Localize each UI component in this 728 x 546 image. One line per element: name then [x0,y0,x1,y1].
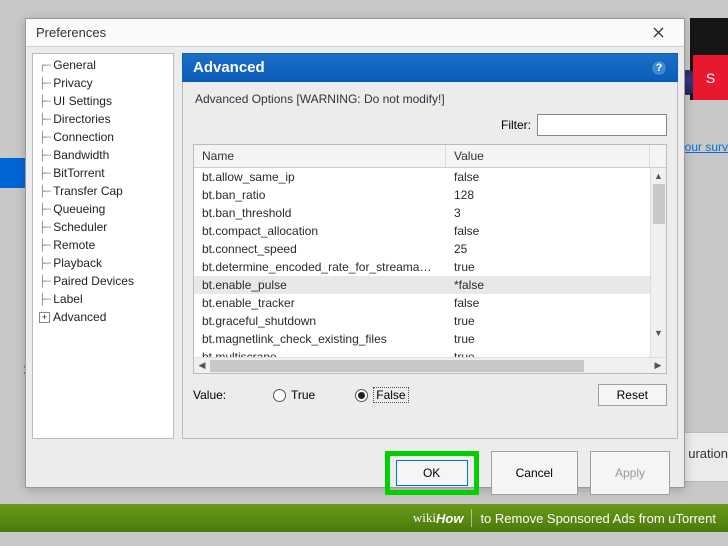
table-row[interactable]: bt.compact_allocationfalse [194,222,666,240]
column-header-name[interactable]: Name [194,145,446,167]
setting-name: bt.enable_tracker [194,296,446,310]
dialog-titlebar: Preferences [26,19,684,47]
apply-button: Apply [590,451,670,495]
scroll-down-icon[interactable]: ▼ [651,325,666,341]
bg-blue-accent [0,158,25,188]
scroll-left-icon[interactable]: ◀ [194,358,210,373]
setting-name: bt.enable_pulse [194,278,446,292]
table-row[interactable]: bt.multiscrapetrue [194,348,666,357]
sidebar-item-connection[interactable]: ├┄Connection [33,128,173,146]
dialog-title: Preferences [36,25,642,40]
sidebar-item-playback[interactable]: ├┄Playback [33,254,173,272]
setting-value: 128 [446,188,666,202]
setting-name: bt.multiscrape [194,350,446,357]
table-row[interactable]: bt.enable_trackerfalse [194,294,666,312]
section-header: Advanced ? [182,53,678,82]
horizontal-scrollbar[interactable]: ◀ ▶ [194,357,666,373]
scroll-right-icon[interactable]: ▶ [650,358,666,373]
preferences-dialog: Preferences ┌┄General ├┄Privacy ├┄UI Set… [25,18,685,488]
vertical-scrollbar[interactable]: ▲ ▼ [650,168,666,357]
setting-name: bt.magnetlink_check_existing_files [194,332,446,346]
table-row[interactable]: bt.ban_ratio128 [194,186,666,204]
scroll-thumb[interactable] [653,184,665,224]
column-header-value[interactable]: Value [446,145,650,167]
setting-name: bt.allow_same_ip [194,170,446,184]
sidebar-item-advanced[interactable]: +Advanced [33,308,173,326]
table-row[interactable]: bt.ban_threshold3 [194,204,666,222]
cancel-button[interactable]: Cancel [491,451,578,495]
warning-text: Advanced Options [WARNING: Do not modify… [193,90,667,114]
radio-false-icon [355,389,368,402]
expand-icon[interactable]: + [39,312,50,323]
close-button[interactable] [642,22,674,44]
table-row[interactable]: bt.magnetlink_check_existing_filestrue [194,330,666,348]
setting-value: 25 [446,242,666,256]
table-row[interactable]: bt.determine_encoded_rate_for_streamable… [194,258,666,276]
scroll-up-icon[interactable]: ▲ [651,168,666,184]
filter-label: Filter: [501,118,531,132]
sidebar-item-general[interactable]: ┌┄General [33,56,173,74]
sidebar-item-privacy[interactable]: ├┄Privacy [33,74,173,92]
radio-true-icon [273,389,286,402]
setting-value: 3 [446,206,666,220]
radio-false[interactable]: False [355,387,408,403]
footer-banner: wikiHow to Remove Sponsored Ads from uTo… [0,504,728,532]
setting-value: true [446,314,666,328]
sidebar-item-paired-devices[interactable]: ├┄Paired Devices [33,272,173,290]
setting-name: bt.graceful_shutdown [194,314,446,328]
setting-value: *false [446,278,666,292]
section-title: Advanced [193,59,265,76]
close-icon [653,27,664,38]
table-row[interactable]: bt.enable_pulse*false [194,276,666,294]
setting-value: false [446,296,666,310]
ok-button[interactable]: OK [396,460,468,486]
sidebar-item-directories[interactable]: ├┄Directories [33,110,173,128]
settings-table: Name Value bt.allow_same_ipfalsebt.ban_r… [193,144,667,374]
sidebar-item-bittorrent[interactable]: ├┄BitTorrent [33,164,173,182]
table-row[interactable]: bt.connect_speed25 [194,240,666,258]
setting-name: bt.connect_speed [194,242,446,256]
reset-button[interactable]: Reset [598,384,667,406]
table-row[interactable]: bt.graceful_shutdowntrue [194,312,666,330]
radio-true[interactable]: True [273,387,315,403]
setting-value: true [446,332,666,346]
footer-brand-how: How [436,511,463,526]
setting-name: bt.compact_allocation [194,224,446,238]
bg-red-button: S [693,55,728,100]
sidebar-item-bandwidth[interactable]: ├┄Bandwidth [33,146,173,164]
filter-input[interactable] [537,114,667,136]
setting-name: bt.determine_encoded_rate_for_streamable… [194,260,446,274]
sidebar-item-scheduler[interactable]: ├┄Scheduler [33,218,173,236]
table-row[interactable]: bt.allow_same_ipfalse [194,168,666,186]
setting-name: bt.ban_threshold [194,206,446,220]
sidebar-item-remote[interactable]: ├┄Remote [33,236,173,254]
setting-value: true [446,260,666,274]
help-icon[interactable]: ? [651,60,667,76]
setting-name: bt.ban_ratio [194,188,446,202]
setting-value: false [446,170,666,184]
sidebar-item-label[interactable]: ├┄Label [33,290,173,308]
setting-value: false [446,224,666,238]
bg-text-fragment: uration [688,446,728,461]
sidebar-item-ui-settings[interactable]: ├┄UI Settings [33,92,173,110]
ok-highlight: OK [385,451,479,495]
setting-value: true [446,350,666,357]
category-sidebar[interactable]: ┌┄General ├┄Privacy ├┄UI Settings ├┄Dire… [32,53,174,439]
footer-article-title: to Remove Sponsored Ads from uTorrent [480,511,716,526]
hscroll-thumb[interactable] [210,360,584,372]
footer-brand-wiki: wiki [413,510,436,526]
sidebar-item-transfer-cap[interactable]: ├┄Transfer Cap [33,182,173,200]
value-label: Value: [193,388,253,402]
sidebar-item-queueing[interactable]: ├┄Queueing [33,200,173,218]
